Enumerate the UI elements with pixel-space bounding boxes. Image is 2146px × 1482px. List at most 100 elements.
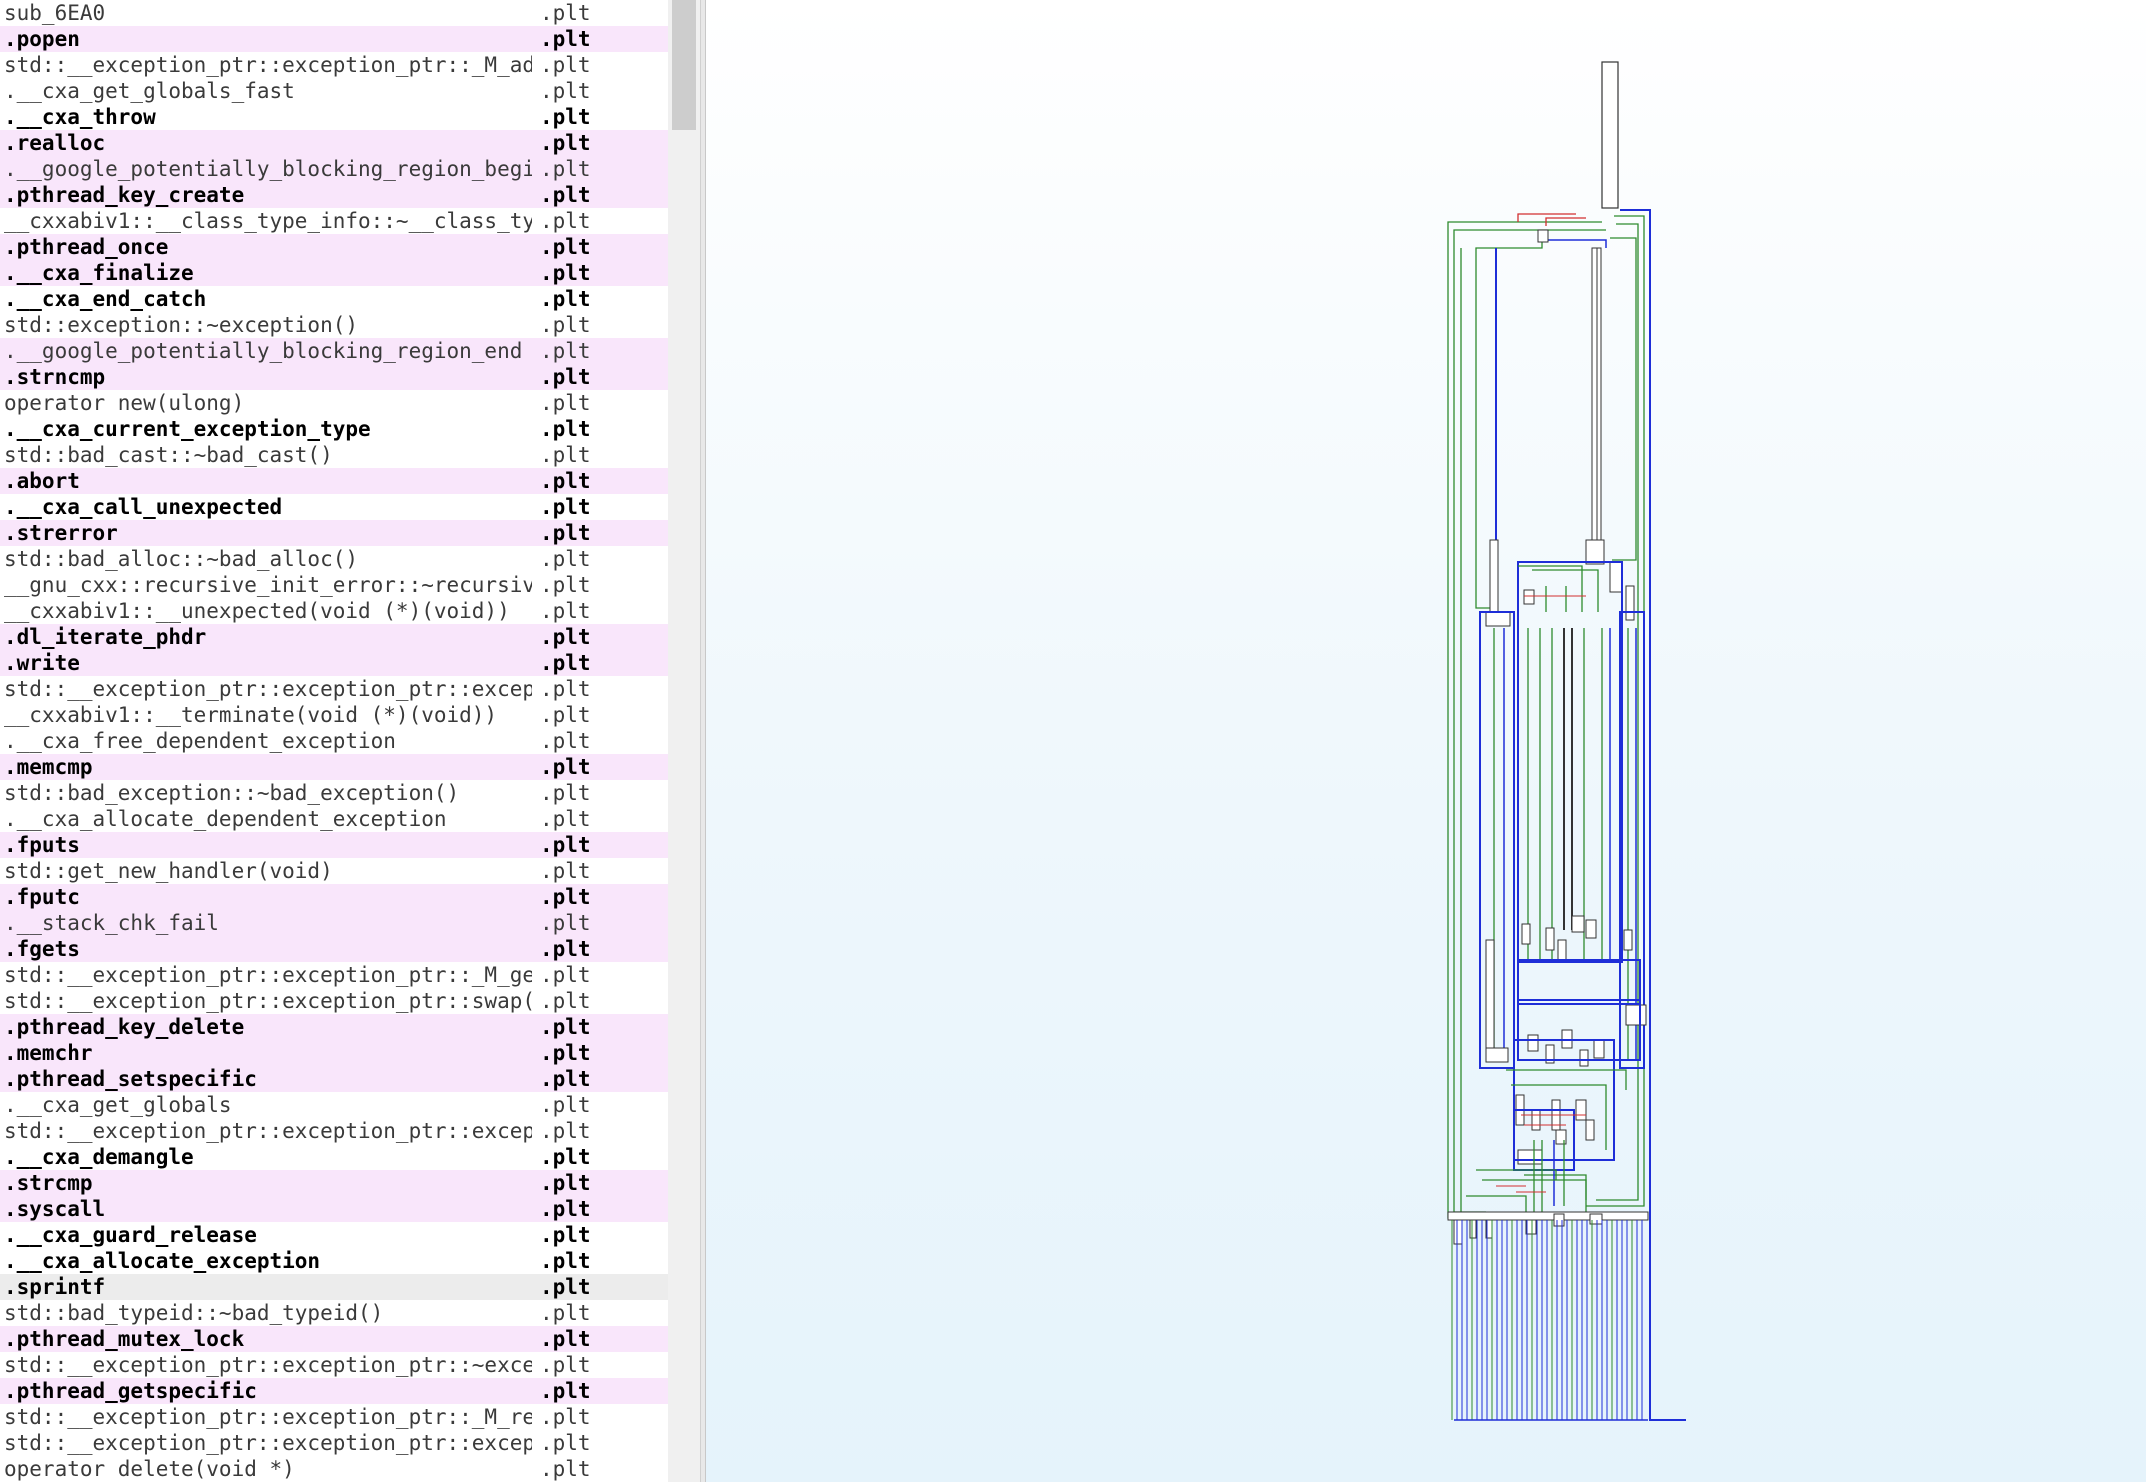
function-row[interactable]: .__cxa_demangle .plt: [0, 1144, 668, 1170]
function-name: .pthread_getspecific: [4, 1379, 257, 1403]
function-row[interactable]: .sprintf .plt: [0, 1274, 668, 1300]
function-row[interactable]: .__cxa_finalize .plt: [0, 260, 668, 286]
function-segment: .plt: [540, 365, 591, 389]
function-name: .__cxa_call_unexpected: [4, 495, 283, 519]
function-segment: .plt: [540, 443, 591, 467]
function-name: .memcmp: [4, 755, 93, 779]
function-row[interactable]: std::__exception_ptr::exception_ptr::exc…: [0, 1118, 668, 1144]
function-segment: .plt: [540, 807, 591, 831]
function-row[interactable]: .fputc .plt: [0, 884, 668, 910]
function-row[interactable]: __cxxabiv1::__class_type_info::~__class_…: [0, 208, 668, 234]
function-row[interactable]: std::bad_exception::~bad_exception() .plt: [0, 780, 668, 806]
function-row[interactable]: __cxxabiv1::__terminate(void (*)(void)).…: [0, 702, 668, 728]
flow-graph[interactable]: [706, 0, 2146, 1482]
function-row[interactable]: std::bad_cast::~bad_cast() .plt: [0, 442, 668, 468]
function-row[interactable]: .pthread_setspecific .plt: [0, 1066, 668, 1092]
function-row[interactable]: std::__exception_ptr::exception_ptr::~ex…: [0, 1352, 668, 1378]
function-row[interactable]: .__cxa_throw .plt: [0, 104, 668, 130]
function-row[interactable]: .strerror .plt: [0, 520, 668, 546]
function-row[interactable]: std::__exception_ptr::exception_ptr::_M_…: [0, 962, 668, 988]
function-name: .__cxa_get_globals_fast: [4, 79, 295, 103]
function-row[interactable]: __gnu_cxx::recursive_init_error::~recurs…: [0, 572, 668, 598]
function-row[interactable]: .__google_potentially_blocking_region_en…: [0, 338, 668, 364]
function-row[interactable]: .__cxa_get_globals .plt: [0, 1092, 668, 1118]
function-name: operator new(ulong): [4, 391, 245, 415]
function-row[interactable]: std::bad_typeid::~bad_typeid() .plt: [0, 1300, 668, 1326]
function-row[interactable]: .strncmp .plt: [0, 364, 668, 390]
function-name: .__cxa_throw: [4, 105, 156, 129]
function-row[interactable]: std::get_new_handler(void) .plt: [0, 858, 668, 884]
function-row[interactable]: .dl_iterate_phdr .plt: [0, 624, 668, 650]
function-row[interactable]: .__cxa_end_catch .plt: [0, 286, 668, 312]
function-name: .__cxa_free_dependent_exception: [4, 729, 396, 753]
function-row[interactable]: .realloc .plt: [0, 130, 668, 156]
function-row[interactable]: .__cxa_call_unexpected .plt: [0, 494, 668, 520]
function-row[interactable]: .__cxa_get_globals_fast .plt: [0, 78, 668, 104]
function-name: .sprintf: [4, 1275, 106, 1299]
functions-list-scrollbar[interactable]: [668, 0, 700, 1482]
function-row[interactable]: std::bad_alloc::~bad_alloc() .plt: [0, 546, 668, 572]
function-row[interactable]: .__cxa_allocate_dependent_exception .plt: [0, 806, 668, 832]
function-name: std::get_new_handler(void): [4, 859, 333, 883]
function-name: std::bad_typeid::~bad_typeid(): [4, 1301, 384, 1325]
function-name: .pthread_setspecific: [4, 1067, 257, 1091]
function-row[interactable]: operator new(ulong) .plt: [0, 390, 668, 416]
function-row[interactable]: .__cxa_allocate_exception .plt: [0, 1248, 668, 1274]
graph-leaf-row[interactable]: [1447, 1211, 1649, 1245]
function-segment: .plt: [540, 1067, 591, 1091]
function-row[interactable]: .pthread_mutex_lock .plt: [0, 1326, 668, 1352]
function-row[interactable]: .abort .plt: [0, 468, 668, 494]
function-segment: .plt: [540, 53, 591, 77]
function-row[interactable]: std::__exception_ptr::exception_ptr::_M_…: [0, 1404, 668, 1430]
function-row[interactable]: std::exception::~exception() .plt: [0, 312, 668, 338]
function-row[interactable]: .fgets .plt: [0, 936, 668, 962]
function-segment: .plt: [540, 417, 591, 441]
function-row[interactable]: .fputs .plt: [0, 832, 668, 858]
function-name: __cxxabiv1::__unexpected(void (*)(void)): [4, 599, 510, 623]
function-row[interactable]: __cxxabiv1::__unexpected(void (*)(void))…: [0, 598, 668, 624]
function-name: .strerror: [4, 521, 118, 545]
function-row[interactable]: operator delete(void *) .plt: [0, 1456, 668, 1482]
function-segment: .plt: [540, 1379, 591, 1403]
function-row[interactable]: .pthread_getspecific .plt: [0, 1378, 668, 1404]
function-row[interactable]: std::__exception_ptr::exception_ptr::_M_…: [0, 52, 668, 78]
function-row[interactable]: .syscall .plt: [0, 1196, 668, 1222]
function-segment: .plt: [540, 1353, 591, 1377]
function-row[interactable]: .memcmp .plt: [0, 754, 668, 780]
graph-overview[interactable]: [706, 0, 2146, 1482]
function-segment: .plt: [540, 1171, 591, 1195]
scrollbar-thumb[interactable]: [672, 0, 696, 130]
function-row[interactable]: .__google_potentially_blocking_region_be…: [0, 156, 668, 182]
function-name: __cxxabiv1::__terminate(void (*)(void)): [4, 703, 498, 727]
function-row[interactable]: .memchr .plt: [0, 1040, 668, 1066]
function-row[interactable]: .pthread_key_create .plt: [0, 182, 668, 208]
function-row[interactable]: .pthread_once .plt: [0, 234, 668, 260]
function-segment: .plt: [540, 131, 591, 155]
function-row[interactable]: .pthread_key_delete .plt: [0, 1014, 668, 1040]
function-name: std::__exception_ptr::exception_ptr::exc…: [4, 1431, 532, 1455]
function-row[interactable]: .write .plt: [0, 650, 668, 676]
function-segment: .plt: [540, 547, 591, 571]
function-row[interactable]: std::__exception_ptr::exception_ptr::swa…: [0, 988, 668, 1014]
function-row[interactable]: std::__exception_ptr::exception_ptr::exc…: [0, 676, 668, 702]
function-row[interactable]: .__cxa_free_dependent_exception .plt: [0, 728, 668, 754]
function-row[interactable]: std::__exception_ptr::exception_ptr::exc…: [0, 1430, 668, 1456]
graph-leaf-edges: [1451, 1220, 1643, 1420]
function-row[interactable]: .__stack_chk_fail .plt: [0, 910, 668, 936]
function-row[interactable]: sub_6EA0 .plt: [0, 0, 668, 26]
function-name: .fputc: [4, 885, 80, 909]
functions-list[interactable]: sub_6EA0 .plt .popen .plt std::__exception_p…: [0, 0, 668, 1482]
function-name: .__google_potentially_blocking_region_be…: [4, 157, 532, 181]
function-name: .syscall: [4, 1197, 106, 1221]
function-name: sub_6EA0: [4, 1, 106, 25]
function-row[interactable]: .strcmp .plt: [0, 1170, 668, 1196]
function-row[interactable]: .__cxa_guard_release .plt: [0, 1222, 668, 1248]
function-row[interactable]: .popen .plt: [0, 26, 668, 52]
function-segment: .plt: [540, 105, 591, 129]
function-name: .__cxa_get_globals: [4, 1093, 232, 1117]
function-row[interactable]: .__cxa_current_exception_type .plt: [0, 416, 668, 442]
function-name: .__cxa_end_catch: [4, 287, 207, 311]
graph-node-entry[interactable]: [1601, 61, 1619, 209]
function-name: std::__exception_ptr::exception_ptr::_M_…: [4, 1405, 532, 1429]
function-segment: .plt: [540, 209, 591, 233]
